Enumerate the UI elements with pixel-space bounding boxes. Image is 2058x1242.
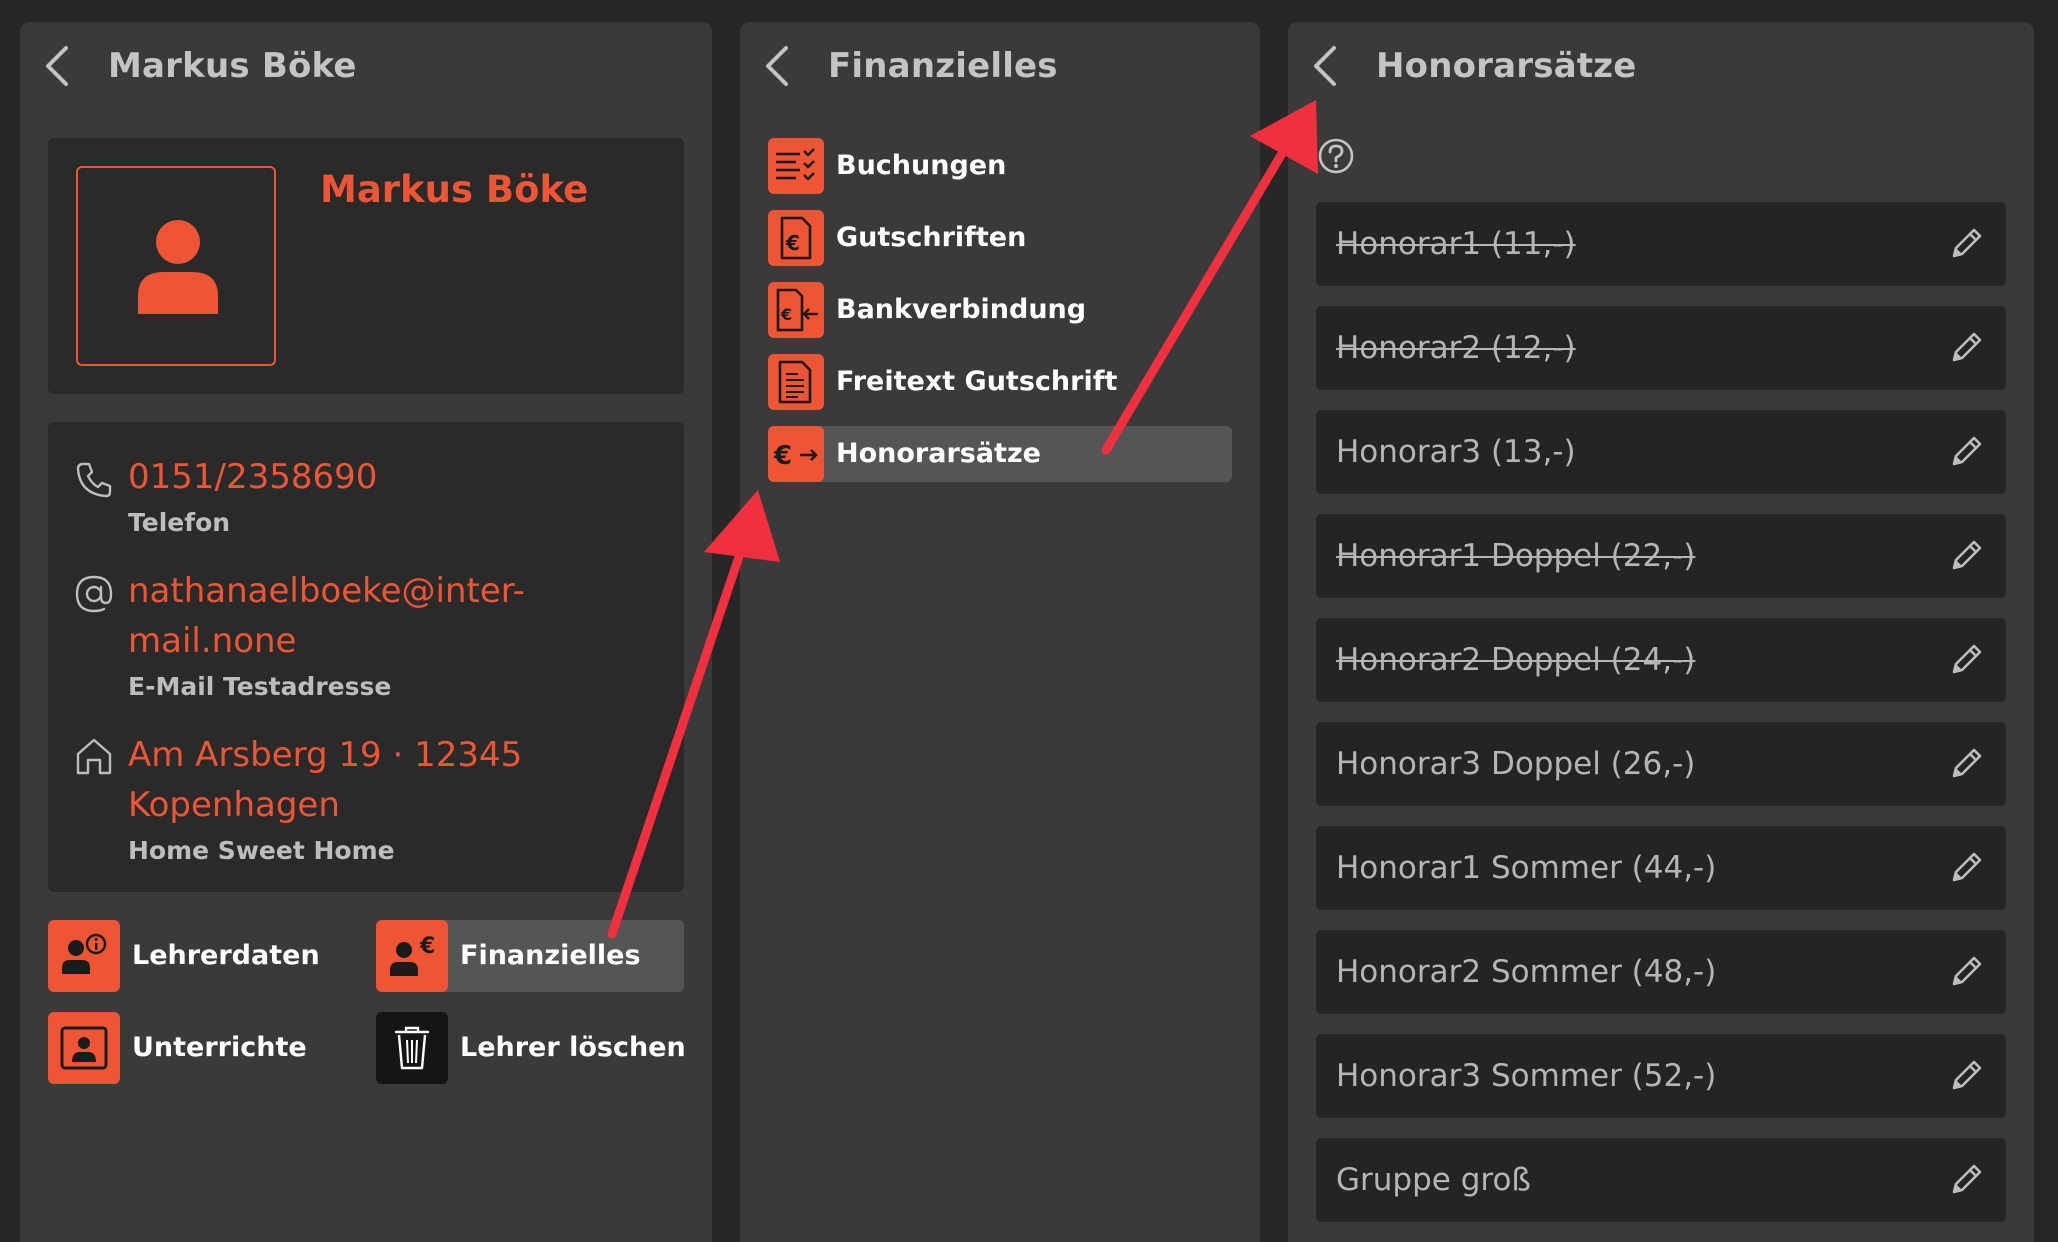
svg-text:€: € [780,305,792,324]
fee-rate-row[interactable]: Honorar3 (13,-) [1316,410,2006,494]
delete-teacher-label: Lehrer löschen [460,1032,686,1063]
fee-rate-label: Honorar3 Sommer (52,-) [1336,1058,1717,1094]
menu-label-freetext-credit: Freitext Gutschrift [836,366,1118,397]
lessons-label: Unterrichte [132,1032,307,1063]
fee-rates-panel-header: Honorarsätze [1288,22,2034,112]
pencil-icon[interactable] [1946,640,1986,680]
teacher-data-button[interactable]: Lehrerdaten [48,920,348,992]
lessons-icon [48,1012,120,1084]
fee-rate-label: Honorar1 Sommer (44,-) [1336,850,1717,886]
avatar[interactable] [76,166,276,366]
at-sign-icon [75,575,113,613]
back-chevron-icon[interactable] [1308,44,1344,88]
fee-rates-icon: € [768,426,824,482]
fee-rate-label: Honorar1 Doppel (22,-) [1336,538,1696,574]
fee-rate-row[interactable]: Honorar1 Sommer (44,-) [1316,826,2006,910]
menu-item-freetext-credit[interactable]: Freitext Gutschrift [768,354,1232,410]
phone-value[interactable]: 0151/2358690 [128,452,668,502]
menu-label-credit-notes: Gutschriften [836,222,1027,253]
address-label: Home Sweet Home [128,836,395,865]
bookings-icon [768,138,824,194]
delete-teacher-button[interactable]: Lehrer löschen [376,1012,686,1084]
pencil-icon[interactable] [1946,328,1986,368]
fee-rate-label: Honorar2 Sommer (48,-) [1336,954,1717,990]
phone-icon [76,462,112,498]
lessons-button[interactable]: Unterrichte [48,1012,348,1084]
menu-item-bookings[interactable]: Buchungen [768,138,1232,194]
menu-item-fee-rates[interactable]: € Honorarsätze [768,426,1232,482]
email-label: E-Mail Testadresse [128,672,392,701]
svg-text:€: € [773,441,792,471]
phone-label: Telefon [128,508,231,537]
fee-rate-row[interactable]: Honorar2 Doppel (24,-) [1316,618,2006,702]
pencil-icon[interactable] [1946,1160,1986,1200]
pencil-icon[interactable] [1946,952,1986,992]
pencil-icon[interactable] [1946,432,1986,472]
home-icon [76,738,112,775]
fee-rate-row[interactable]: Honorar3 Doppel (26,-) [1316,722,2006,806]
fee-rate-label: Gruppe groß [1336,1162,1531,1198]
page-title: Markus Böke [108,46,357,86]
teacher-panel: Markus Böke Markus Böke 0151/2358690 Tel… [20,22,712,1242]
finances-title: Finanzielles [828,46,1058,86]
fee-rate-row[interactable]: Honorar2 (12,-) [1316,306,2006,390]
email-value-line2[interactable]: mail.none [128,616,668,666]
teacher-info-icon [48,920,120,992]
fee-rate-label: Honorar2 (12,-) [1336,330,1576,366]
menu-item-credit-notes[interactable]: € Gutschriften [768,210,1232,266]
menu-label-fee-rates: Honorarsätze [836,438,1041,469]
svg-text:€: € [785,231,800,255]
teacher-panel-header: Markus Böke [20,22,712,112]
freetext-credit-icon [768,354,824,410]
fee-rate-row[interactable]: Honorar1 Doppel (22,-) [1316,514,2006,598]
profile-name: Markus Böke [320,168,589,211]
back-chevron-icon[interactable] [760,44,796,88]
fee-rate-row[interactable]: Honorar2 Sommer (48,-) [1316,930,2006,1014]
fee-rate-label: Honorar1 (11,-) [1336,226,1576,262]
fee-rate-label: Honorar3 (13,-) [1336,434,1576,470]
fee-rate-row[interactable]: Honorar3 Sommer (52,-) [1316,1034,2006,1118]
pencil-icon[interactable] [1946,536,1986,576]
fee-rate-row[interactable]: Honorar1 (11,-) [1316,202,2006,286]
pencil-icon[interactable] [1946,744,1986,784]
finances-label: Finanzielles [460,940,641,971]
pencil-icon[interactable] [1946,848,1986,888]
menu-label-bookings: Buchungen [836,150,1007,181]
email-value-line1[interactable]: nathanaelboeke@inter- [128,566,668,616]
person-icon [138,220,218,314]
address-value-line2[interactable]: Kopenhagen [128,780,668,830]
finances-panel-header: Finanzielles [740,22,1260,112]
finances-button[interactable]: € Finanzielles [376,920,684,992]
bank-connection-icon: € [768,282,824,338]
fee-rate-label: Honorar2 Doppel (24,-) [1336,642,1696,678]
svg-text:€: € [419,934,435,959]
help-icon[interactable] [1316,136,1356,176]
address-value-line1[interactable]: Am Arsberg 19 · 12345 [128,730,668,780]
teacher-data-label: Lehrerdaten [132,940,320,971]
finances-panel: Finanzielles Buchungen € Gutschriften € … [740,22,1260,1242]
pencil-icon[interactable] [1946,224,1986,264]
fee-rate-row[interactable]: Gruppe groß [1316,1138,2006,1222]
menu-item-bank-connection[interactable]: € Bankverbindung [768,282,1232,338]
teacher-euro-icon: € [376,920,448,992]
contact-card: 0151/2358690 Telefon nathanaelboeke@inte… [48,422,684,892]
fee-rates-panel: Honorarsätze Honorar1 (11,-) Honorar2 (12… [1288,22,2034,1242]
fee-rates-title: Honorarsätze [1376,46,1637,86]
pencil-icon[interactable] [1946,1056,1986,1096]
back-chevron-icon[interactable] [40,44,76,88]
profile-card: Markus Böke [48,138,684,394]
menu-label-bank-connection: Bankverbindung [836,294,1087,325]
fee-rate-label: Honorar3 Doppel (26,-) [1336,746,1696,782]
credit-note-icon: € [768,210,824,266]
trash-icon [376,1012,448,1084]
